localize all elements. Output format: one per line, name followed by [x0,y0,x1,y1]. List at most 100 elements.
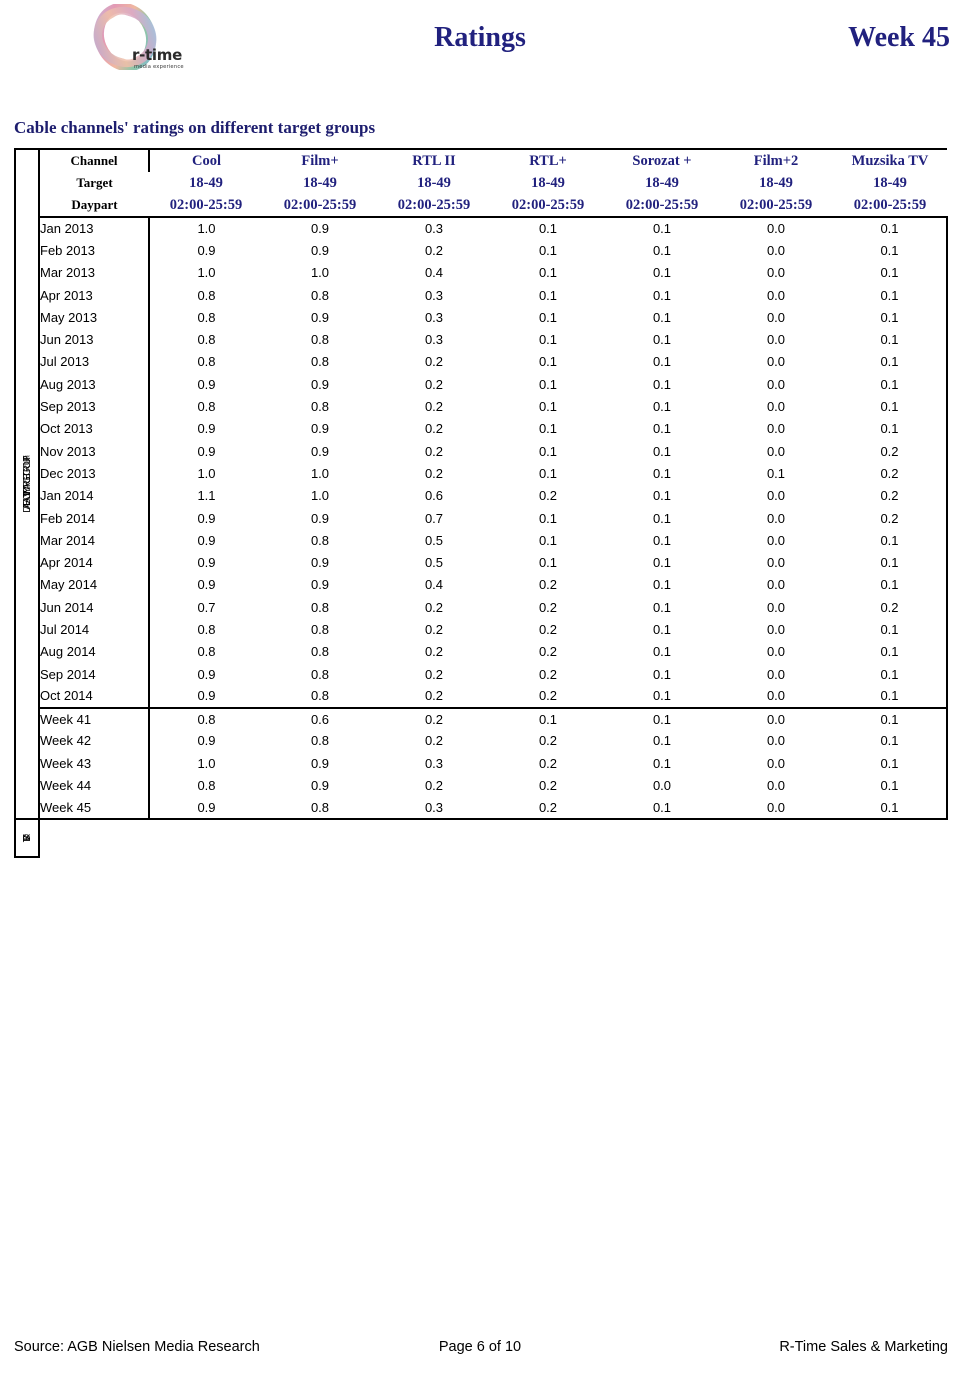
table-row: Sep 2014 0.9 0.8 0.2 0.2 0.1 0.0 0.1 [15,662,948,686]
rating-cell: 0.2 [491,796,605,821]
table-row: Jan 2014 1.1 1.0 0.6 0.2 0.1 0.0 0.2 [15,484,948,507]
rating-cell: 0.9 [197,733,216,749]
rating-cell: 0.1 [652,265,672,281]
table-row: Mar 2013 1.0 1.0 0.4 0.1 0.1 0.0 0.1 [15,261,948,284]
rating-cell: 0.1 [538,309,558,325]
target-sorozat: 18-49 [645,175,679,191]
rating-cell: 0.5 [424,532,444,548]
row-period-label: Dec 2013 [39,462,150,485]
rating-cell: 0.2 [424,778,444,794]
channel-header-rtl2: RTL II [377,148,491,172]
rating-cell: 0.2 [424,242,444,258]
table-row: Jul 2014 0.8 0.8 0.2 0.2 0.1 0.0 0.1 [15,618,948,641]
rating-cell: 0.1 [652,555,672,571]
row-period-label: Apr 2014 [39,551,150,574]
table-row: Nov 2013 0.9 0.9 0.2 0.1 0.1 0.0 0.2 [15,439,948,463]
row-period-label: Mar 2014 [39,529,150,552]
rating-cell: 0.1 [652,688,672,704]
rating-cell: 0.0 [766,666,786,682]
rating-cell: 0.1 [538,354,558,370]
table-row: May 2014 0.9 0.9 0.4 0.2 0.1 0.0 0.1 [15,573,948,597]
spine-vertical-label-top: DATEACTIVITYTARGETGROUPPast [22,456,33,513]
rating-cell: 0.1 [833,685,948,708]
rating-cell: 0.0 [766,644,786,660]
rating-cell: 0.2 [538,577,558,593]
rating-cell: 0.1 [833,729,948,753]
rating-cell: 0.1 [652,376,672,392]
daypart-cool: 02:00-25:59 [149,194,263,218]
rating-cell: 0.4 [424,265,444,281]
week-label: Week 45 [848,22,950,53]
rating-cell: 0.0 [766,488,786,504]
rating-cell: 0.2 [424,376,444,392]
rating-cell: 0.0 [766,599,786,615]
rating-cell: 0.1 [652,242,672,258]
spine-tail-filler [39,819,946,857]
rating-cell: 0.1 [652,399,672,415]
rating-cell: 0.0 [766,532,786,548]
rating-cell: 0.9 [197,376,216,392]
table-row: Jun 2013 0.8 0.8 0.3 0.1 0.1 0.0 0.1 [15,328,948,351]
channel-header-rtlplus: RTL+ [491,148,605,172]
rating-cell: 1.0 [310,465,330,481]
rating-cell: 0.2 [424,443,444,459]
ratings-table: DATEACTIVITYTARGETGROUPPast Channel Cool… [14,147,948,821]
rating-cell: 0.9 [197,666,216,682]
rating-cell: 0.8 [310,354,330,370]
rating-cell: 0.1 [833,662,948,686]
rating-cell: 0.2 [538,488,558,504]
row-period-label: Nov 2013 [39,439,150,463]
table-row: May 2013 0.8 0.9 0.3 0.1 0.1 0.0 0.1 [15,306,948,329]
rating-cell: 0.1 [652,644,672,660]
rating-cell: 0.1 [833,283,948,307]
rating-cell: 0.1 [833,573,948,597]
rating-cell: 0.1 [605,796,719,821]
rating-cell: 0.9 [310,242,330,258]
rating-cell: 0.3 [424,221,444,237]
rating-cell: 0.0 [766,621,786,637]
rating-cell: 0.2 [424,399,444,415]
rating-cell: 0.8 [197,309,216,325]
rating-cell: 0.9 [197,242,216,258]
ratings-table-container: DATEACTIVITYTARGETGROUPPast Channel Cool… [14,147,948,859]
rating-cell: 0.1 [833,551,948,574]
row-period-label: Sep 2014 [39,662,150,686]
rating-cell: 1.0 [197,265,216,281]
rating-cell: 0.2 [833,439,948,463]
target-filmplus2: 18-49 [759,175,793,191]
rating-cell: 0.2 [538,621,558,637]
rating-cell: 0.2 [538,733,558,749]
table-row: Jan 2013 1.0 0.9 0.3 0.1 0.1 0.0 0.1 [15,217,948,240]
rating-cell: 0.0 [766,755,786,771]
rating-cell: 0.9 [197,443,216,459]
rating-cell: 0.1 [538,265,558,281]
table-row: Apr 2014 0.9 0.9 0.5 0.1 0.1 0.0 0.1 [15,551,948,574]
table-row: Oct 2014 0.9 0.8 0.2 0.2 0.1 0.0 0.1 [15,685,948,708]
rating-cell: 0.8 [310,332,330,348]
rating-cell: 0.8 [149,706,263,730]
rating-cell: 0.1 [652,309,672,325]
rating-cell: 0.1 [538,399,558,415]
rating-cell: 0.1 [538,287,558,303]
logo-tagline: media experience [134,64,184,70]
rating-cell: 0.9 [197,555,216,571]
rating-cell: 0.9 [310,778,330,794]
rating-cell: 0.9 [149,796,263,821]
target-rtlplus: 18-49 [531,175,565,191]
rating-cell: 0.9 [197,421,216,437]
daypart-filmplus2: 02:00-25:59 [719,194,833,218]
rating-cell: 0.0 [719,796,833,821]
rating-cell: 0.1 [833,618,948,641]
rating-cell: 0.8 [310,599,330,615]
rating-cell: 0.2 [538,778,558,794]
rating-cell: 0.0 [766,778,786,794]
row-period-label: Jan 2013 [39,217,150,240]
rating-cell: 0.1 [652,221,672,237]
rating-cell: 0.9 [310,376,330,392]
channel-header-filmplus: Film+ [263,148,377,172]
row-period-label: Sep 2013 [39,395,150,418]
rating-cell: 0.0 [766,376,786,392]
rating-cell: 0.9 [197,688,216,704]
rating-cell: 0.1 [538,376,558,392]
rating-cell: 0.3 [424,332,444,348]
